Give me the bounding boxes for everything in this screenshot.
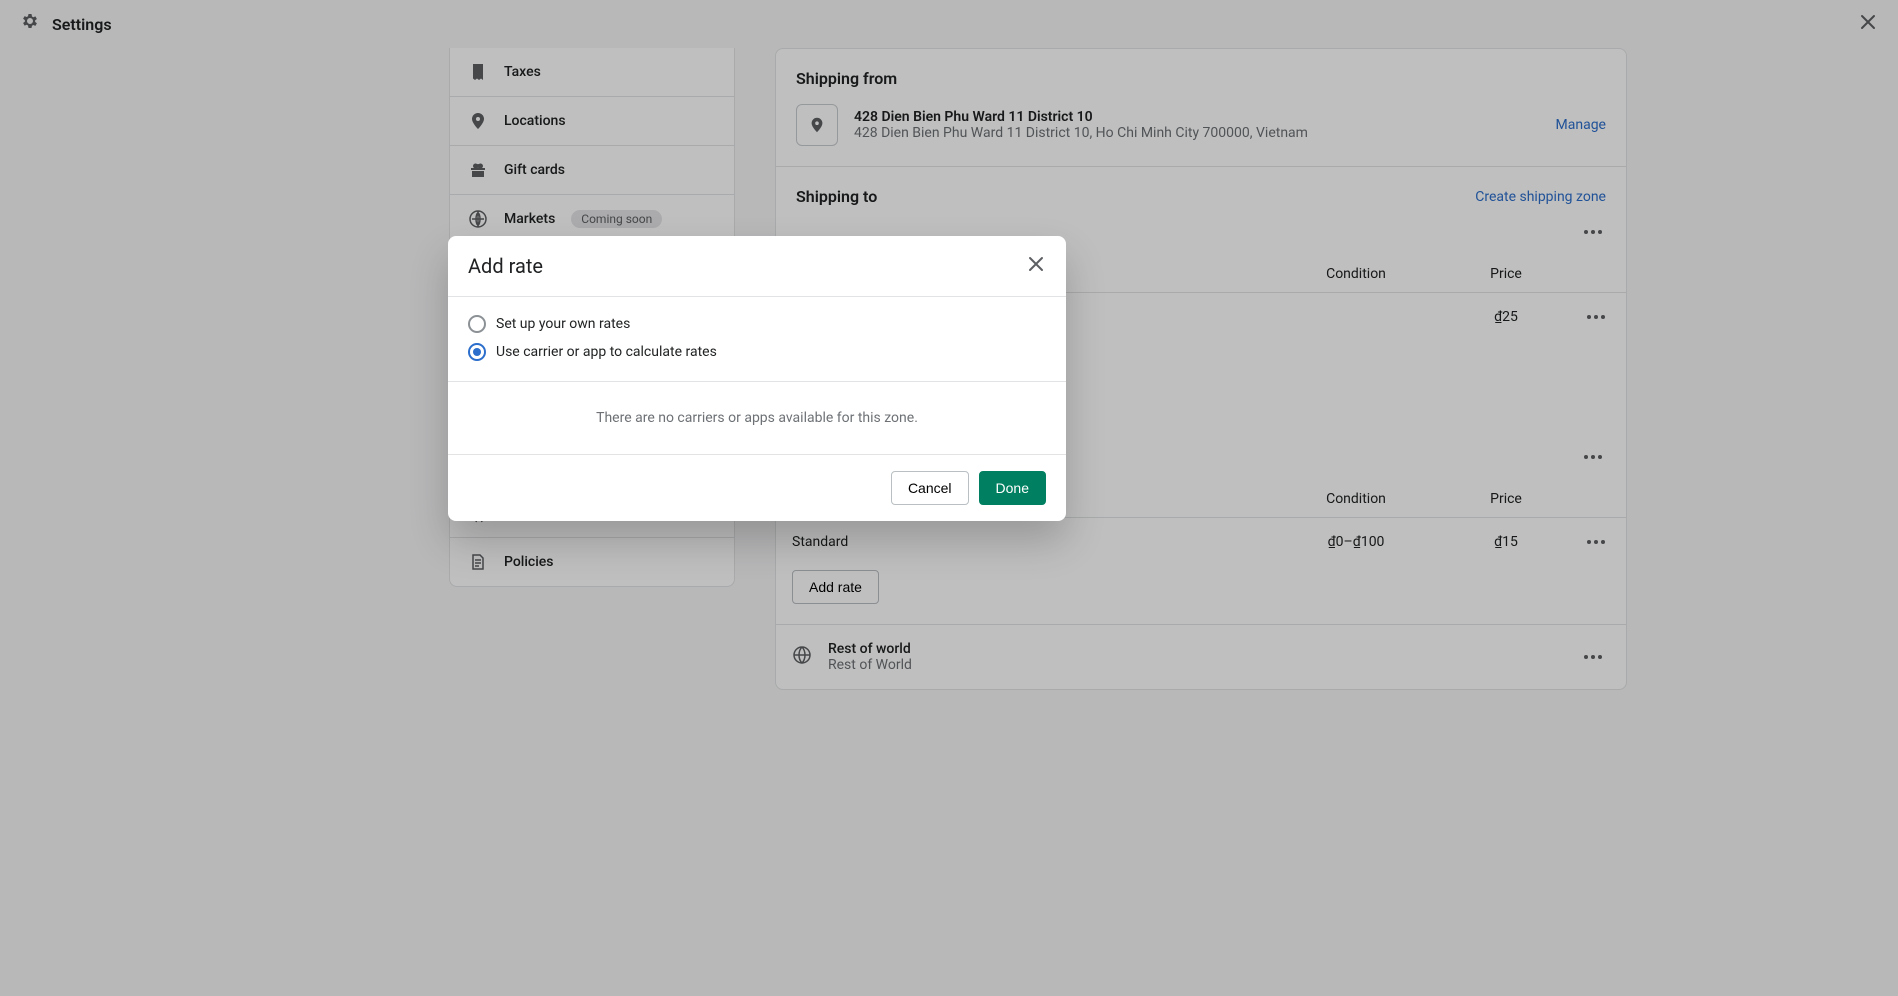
done-button[interactable]: Done: [979, 471, 1046, 505]
radio-own-rates[interactable]: Set up your own rates: [468, 315, 1046, 333]
radio-carrier-rates[interactable]: Use carrier or app to calculate rates: [468, 343, 1046, 361]
no-carriers-message: There are no carriers or apps available …: [448, 382, 1066, 454]
add-rate-modal: Add rate Set up your own rates Use carri…: [448, 236, 1066, 521]
radio-label: Set up your own rates: [496, 316, 630, 332]
radio-icon: [468, 315, 486, 333]
modal-close-button[interactable]: [1026, 254, 1046, 278]
modal-title: Add rate: [468, 254, 543, 278]
radio-icon: [468, 343, 486, 361]
radio-label: Use carrier or app to calculate rates: [496, 344, 717, 360]
cancel-button[interactable]: Cancel: [891, 471, 969, 505]
